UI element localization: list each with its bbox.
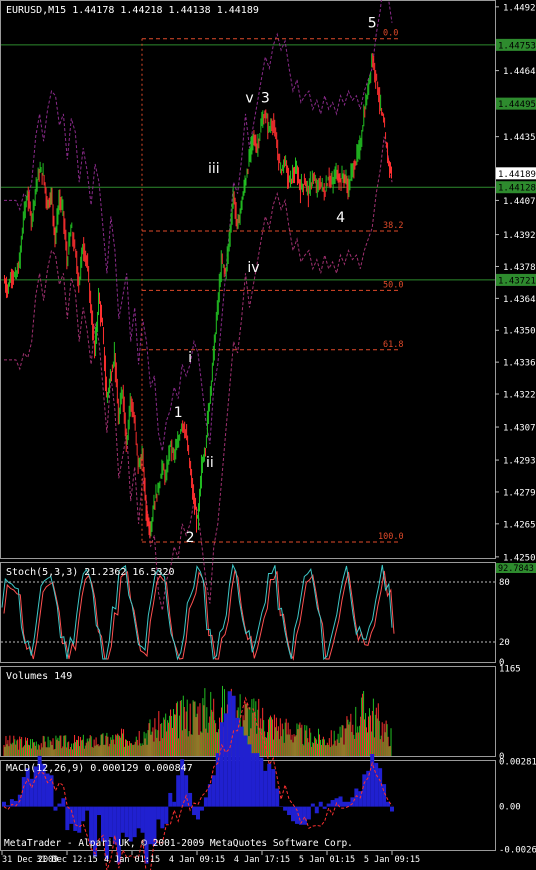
price-tick-label: 1.43075 xyxy=(503,424,536,434)
macd-tick-label: -0.00267 xyxy=(499,846,536,856)
time-tick-label: 4 Jan 09:15 xyxy=(169,855,225,865)
wave-label: iii xyxy=(208,161,220,177)
stoch-label: Stoch(5,3,3) 21.2362 16.5320 xyxy=(6,567,175,578)
price-tick-label: 1.43220 xyxy=(503,391,536,401)
price-tick-label: 1.44920 xyxy=(503,3,536,13)
price-level-label: 1.44189 xyxy=(498,170,536,180)
price-axis: 1.44920 1.44640 1.44350 1.44070 1.43920 1.437… xyxy=(495,3,536,563)
wave-label: 4 xyxy=(336,210,345,226)
price-tick-label: 1.42505 xyxy=(503,553,536,563)
price-tick-label: 1.43500 xyxy=(503,327,536,337)
stoch-signal-line xyxy=(1,563,393,661)
fibonacci-retracement: 0.0 38.2 50.0 61.8 100.0 xyxy=(141,29,404,543)
price-level-label: 1.44128 xyxy=(498,184,536,194)
wave-label: 2 xyxy=(186,530,195,546)
wave-label: 1 xyxy=(174,405,183,421)
wave-label: iv xyxy=(247,260,259,276)
volume-tick-label: 1165 xyxy=(499,665,521,675)
price-level-label: 1.44753 xyxy=(498,41,536,51)
price-tick-label: 1.43360 xyxy=(503,359,536,369)
stoch-tick-label: 20 xyxy=(499,638,510,648)
price-tick-label: 1.43780 xyxy=(503,263,536,273)
fib-level-label: 38.2 xyxy=(383,221,403,231)
bollinger-band-line xyxy=(4,0,393,452)
macd-tick-label: 0.00281 xyxy=(499,757,536,767)
macd-label: MACD(12,26,9) 0.000129 0.000847 xyxy=(6,763,193,774)
fib-level-label: 100.0 xyxy=(378,532,404,542)
price-tick-label: 1.44350 xyxy=(503,133,536,143)
trading-chart: 0.0 38.2 50.0 61.8 100.0 5 v 3 iii 4 iv i 1 ii 2 1.44… xyxy=(0,0,536,870)
wave-labels: 5 v 3 iii 4 iv i 1 ii 2 xyxy=(174,15,377,546)
fib-level-label: 50.0 xyxy=(383,280,403,290)
stochastic-panel: 8020092.7843 xyxy=(1,563,536,668)
wave-label: v xyxy=(245,90,253,106)
price-tick-label: 1.43920 xyxy=(503,231,536,241)
wave-label: 5 xyxy=(368,15,377,31)
price-tick-label: 1.42650 xyxy=(503,520,536,530)
time-tick-label: 31 Dec 12:15 xyxy=(36,855,97,865)
price-level-label: 1.44495 xyxy=(498,100,536,110)
price-level-label: 1.43721 xyxy=(498,276,536,286)
time-tick-label: 4 Jan 17:15 xyxy=(234,855,290,865)
wave-label: i xyxy=(188,350,192,366)
price-tick-label: 1.42930 xyxy=(503,457,536,467)
price-tick-label: 1.44070 xyxy=(503,197,536,207)
time-axis: 31 Dec 200931 Dec 12:15 4 Jan 01:15 4 Jan … xyxy=(1,851,420,865)
symbol-header: EURUSD,M15 1.44178 1.44218 1.44138 1.441… xyxy=(6,5,259,16)
volume-panel: 11650 xyxy=(3,665,521,762)
time-tick-label: 5 Jan 01:15 xyxy=(299,855,355,865)
price-tick-label: 1.43640 xyxy=(503,295,536,305)
fib-level-label: 61.8 xyxy=(383,340,403,350)
stoch-tick-label: 80 xyxy=(499,578,510,588)
footer-copyright: MetaTrader - Alpari UK, © 2001-2009 Meta… xyxy=(4,838,353,849)
fib-level-label: 0.0 xyxy=(383,29,398,39)
stoch-value-label: 92.7843 xyxy=(498,564,534,574)
volumes-label: Volumes 149 xyxy=(6,671,72,682)
candlesticks xyxy=(3,53,393,539)
macd-tick-label: 0.00 xyxy=(499,803,521,813)
time-tick-label: 5 Jan 09:15 xyxy=(364,855,420,865)
time-tick-label: 4 Jan 01:15 xyxy=(104,855,160,865)
wave-label: 3 xyxy=(261,90,270,106)
price-tick-label: 1.42790 xyxy=(503,488,536,498)
wave-label: ii xyxy=(206,455,214,471)
price-tick-label: 1.44640 xyxy=(503,67,536,77)
stoch-main-line xyxy=(3,569,395,661)
